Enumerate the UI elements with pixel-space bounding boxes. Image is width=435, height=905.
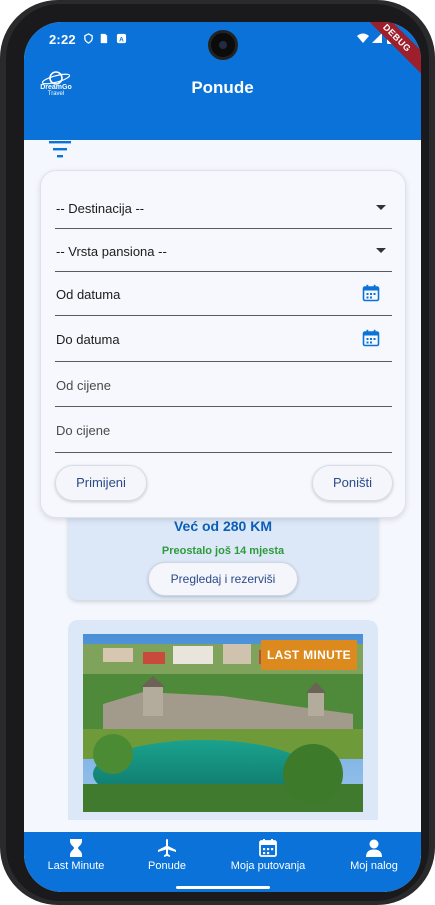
status-time: 2:22 <box>49 32 76 47</box>
phone-frame: 2:22 A DEBUG DreamGo Travel Ponude Već o… <box>0 0 435 905</box>
nav-label: Ponude <box>148 860 186 872</box>
filter-panel: -- Destinacija -- -- Vrsta pansiona -- O… <box>40 170 406 518</box>
chevron-down-icon <box>376 248 386 253</box>
app-notification-icon: A <box>116 33 127 43</box>
calendar-icon[interactable] <box>362 329 380 347</box>
nav-label: Last Minute <box>47 860 105 872</box>
calendar-icon[interactable] <box>362 284 380 302</box>
phone-bezel: 2:22 A DEBUG DreamGo Travel Ponude Već o… <box>6 4 429 901</box>
date-from-label: Od datuma <box>56 287 121 302</box>
destination-select[interactable]: -- Destinacija -- <box>55 185 392 229</box>
front-camera <box>208 30 238 60</box>
apply-button[interactable]: Primijeni <box>55 465 147 501</box>
board-type-select[interactable]: -- Vrsta pansiona -- <box>55 228 392 272</box>
person-icon <box>366 839 382 857</box>
chevron-down-icon <box>376 205 386 210</box>
offer-remaining-places: Preostalo još 14 mjesta <box>161 545 285 557</box>
nav-item-my-account[interactable]: Moj nalog <box>338 832 410 892</box>
destination-select-value: -- Destinacija -- <box>56 201 145 216</box>
app-bar: 2:22 A DEBUG DreamGo Travel Ponude <box>24 22 421 140</box>
price-to-input[interactable]: Do cijene <box>55 407 392 453</box>
airplane-icon <box>158 839 176 857</box>
page-title: Ponude <box>191 78 254 97</box>
nav-label: Moja putovanja <box>230 860 306 872</box>
reset-button[interactable]: Poništi <box>312 465 393 501</box>
nav-item-my-trips[interactable]: Moja putovanja <box>224 832 312 892</box>
shield-icon <box>84 33 93 44</box>
price-from-input[interactable]: Od cijene <box>55 362 392 407</box>
date-from-field[interactable]: Od datuma <box>55 271 392 316</box>
review-and-book-button[interactable]: Pregledaj i rezerviši <box>148 562 298 596</box>
bottom-navigation: Last Minute Ponude Moja putovanja Moj na… <box>24 832 421 892</box>
home-indicator[interactable] <box>176 886 270 889</box>
featured-offer-card[interactable]: LAST MINUTE <box>68 620 378 820</box>
board-type-select-value: -- Vrsta pansiona -- <box>56 244 167 259</box>
nav-label: Moj nalog <box>350 860 398 872</box>
calendar-icon <box>259 839 277 857</box>
date-to-field[interactable]: Do datuma <box>55 316 392 362</box>
offer-card[interactable]: Već od 280 KM Preostalo još 14 mjesta Pr… <box>68 508 378 600</box>
nav-item-offers[interactable]: Ponude <box>130 832 204 892</box>
hourglass-icon <box>70 839 82 857</box>
sim-icon <box>100 33 108 44</box>
nav-item-last-minute[interactable]: Last Minute <box>34 832 118 892</box>
svg-text:A: A <box>119 36 124 43</box>
last-minute-badge: LAST MINUTE <box>261 640 357 670</box>
price-from-placeholder: Od cijene <box>56 378 111 393</box>
date-to-label: Do datuma <box>56 332 120 347</box>
screen: 2:22 A DEBUG DreamGo Travel Ponude Već o… <box>24 22 421 892</box>
filter-icon[interactable] <box>48 138 74 160</box>
price-to-placeholder: Do cijene <box>56 423 111 438</box>
offer-price: Već od 280 KM <box>173 518 273 534</box>
